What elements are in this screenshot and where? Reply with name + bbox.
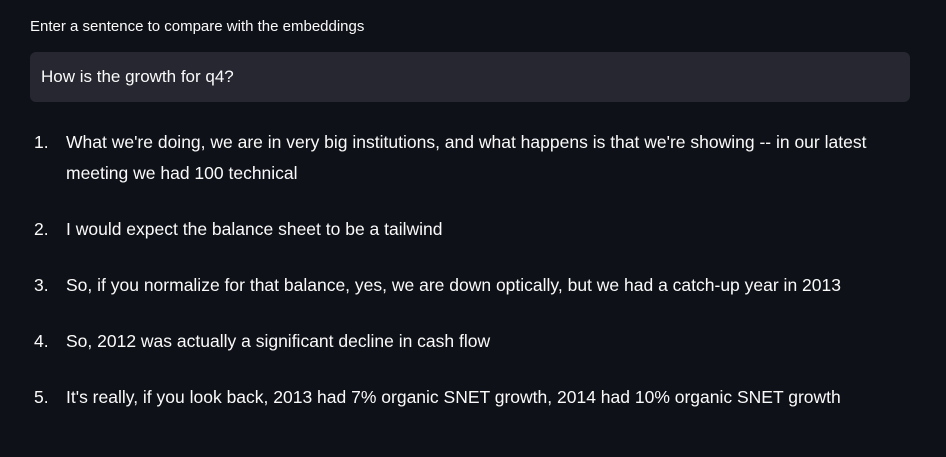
input-label: Enter a sentence to compare with the emb… <box>30 18 365 35</box>
list-item-number: 5. <box>34 387 49 407</box>
list-item: 3. So, if you normalize for that balance… <box>30 270 920 301</box>
list-item-text: So, 2012 was actually a significant decl… <box>66 331 491 351</box>
list-item: 4. So, 2012 was actually a significant d… <box>30 326 920 357</box>
results-list: 1. What we're doing, we are in very big … <box>30 127 920 438</box>
list-item-number: 3. <box>34 275 49 295</box>
list-item: 1. What we're doing, we are in very big … <box>30 127 920 189</box>
list-item: 2. I would expect the balance sheet to b… <box>30 214 920 245</box>
list-item-text: It's really, if you look back, 2013 had … <box>66 387 841 407</box>
list-item: 5. It's really, if you look back, 2013 h… <box>30 382 920 413</box>
list-item-text: What we're doing, we are in very big ins… <box>66 132 867 183</box>
list-item-number: 1. <box>34 132 49 152</box>
sentence-input[interactable]: How is the growth for q4? <box>30 52 910 102</box>
list-item-text: So, if you normalize for that balance, y… <box>66 275 841 295</box>
list-item-text: I would expect the balance sheet to be a… <box>66 219 443 239</box>
list-item-number: 4. <box>34 331 49 351</box>
list-item-number: 2. <box>34 219 49 239</box>
